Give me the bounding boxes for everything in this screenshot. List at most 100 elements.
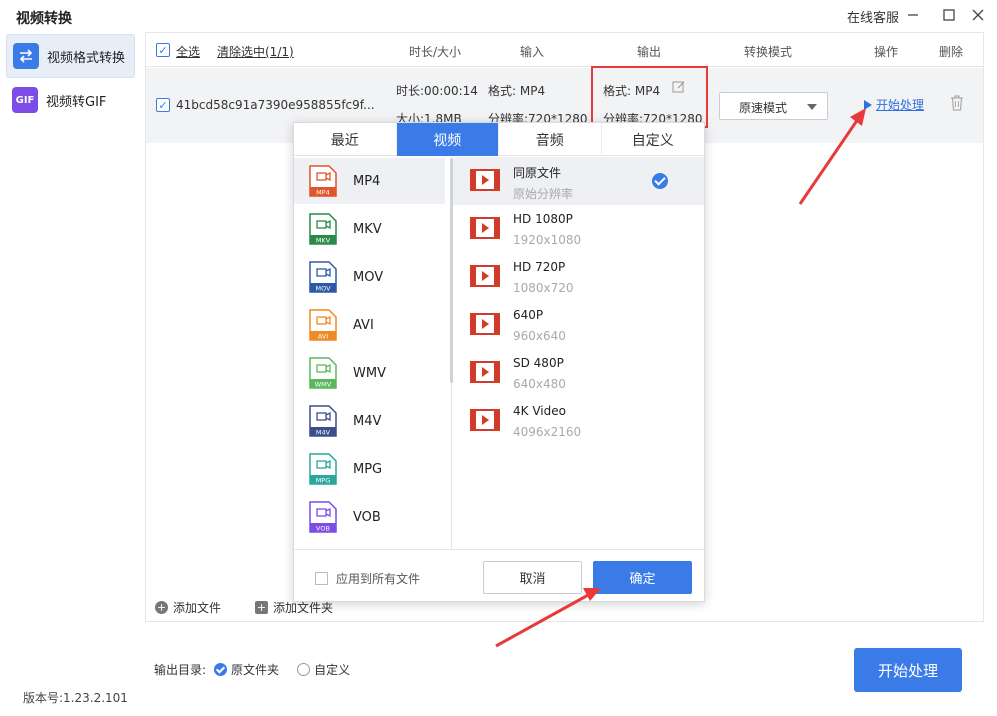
confirm-button[interactable]: 确定: [593, 561, 692, 594]
resolution-value: 1080x720: [513, 281, 574, 295]
online-service-link[interactable]: 在线客服: [847, 7, 899, 26]
svg-text:VOB: VOB: [316, 525, 330, 533]
checkbox-box[interactable]: [315, 572, 328, 585]
format-item-vob[interactable]: VOB VOB: [294, 494, 445, 540]
column-header-input: 输入: [520, 45, 545, 59]
tab-audio[interactable]: 音频: [499, 123, 602, 156]
resolution-name: 4K Video: [513, 404, 566, 418]
resolution-value: 640x480: [513, 377, 566, 391]
minimize-icon[interactable]: [901, 4, 925, 26]
resolution-name: 同原文件: [513, 166, 562, 180]
play-icon: [864, 99, 872, 110]
wmv-file-icon: WMV: [309, 357, 337, 389]
swap-arrows-icon: [13, 43, 39, 69]
svg-text:WMV: WMV: [315, 381, 332, 389]
video-film-icon: [470, 361, 500, 383]
resolution-item-720p[interactable]: HD 720P 1080x720: [453, 253, 704, 301]
tab-recent[interactable]: 最近: [294, 123, 397, 156]
option-original-label[interactable]: 原文件夹: [231, 661, 279, 678]
trash-icon[interactable]: [950, 95, 964, 111]
mode-dropdown[interactable]: 原速模式: [719, 92, 828, 120]
resolution-name: HD 1080P: [513, 212, 573, 226]
format-item-wmv[interactable]: WMV WMV: [294, 350, 445, 396]
format-item-avi[interactable]: AVI AVI: [294, 302, 445, 348]
add-file-button[interactable]: + 添加文件: [155, 599, 221, 616]
column-header-duration-size: 时长/大小: [409, 45, 462, 59]
mkv-file-icon: MKV: [309, 213, 337, 245]
apply-all-checkbox[interactable]: 应用到所有文件: [315, 570, 420, 587]
row-start-link[interactable]: 开始处理: [864, 96, 924, 113]
row-checkbox[interactable]: ✓: [156, 98, 170, 112]
radio-custom-folder[interactable]: [297, 663, 311, 676]
video-film-icon: [470, 265, 500, 287]
format-popup: 最近 视频 音频 自定义 MP4 MP4 MKV MKV MOV MOV AVI: [293, 122, 705, 602]
resolution-item-480p[interactable]: SD 480P 640x480: [453, 349, 704, 397]
output-dir-label: 输出目录:: [154, 663, 207, 677]
m4v-file-icon: M4V: [309, 405, 337, 437]
mode-dropdown-value: 原速模式: [739, 101, 788, 115]
check-circle-icon: [652, 173, 668, 189]
format-name: WMV: [353, 365, 386, 381]
format-name: MKV: [353, 221, 382, 237]
svg-text:AVI: AVI: [318, 333, 328, 341]
sidebar-item-video-format-convert[interactable]: 视频格式转换: [6, 34, 135, 78]
select-all-link[interactable]: 全选: [176, 43, 200, 60]
tab-video[interactable]: 视频: [396, 123, 499, 156]
select-all-checkbox[interactable]: ✓: [156, 43, 170, 57]
format-name: AVI: [353, 317, 374, 333]
resolution-list: 同原文件 原始分辨率 HD 1080P 1920x1080 HD 720P 10…: [453, 157, 704, 549]
resolution-value: 960x640: [513, 329, 566, 343]
resolution-item-1080p[interactable]: HD 1080P 1920x1080: [453, 205, 704, 253]
format-item-mp4[interactable]: MP4 MP4: [294, 158, 445, 204]
popup-footer: 应用到所有文件 取消 确定: [294, 549, 704, 601]
add-file-label: 添加文件: [173, 601, 222, 615]
title-bar: 视频转换 在线客服: [0, 0, 997, 32]
cancel-button[interactable]: 取消: [483, 561, 582, 594]
format-name: VOB: [353, 509, 381, 525]
output-directory: 输出目录: 原文件夹 自定义: [154, 661, 350, 678]
option-custom-label[interactable]: 自定义: [314, 661, 350, 678]
column-header-output: 输出: [637, 45, 662, 59]
format-tabs: 最近 视频 音频 自定义: [294, 123, 704, 156]
resolution-name: 640P: [513, 308, 544, 322]
resolution-item-640p[interactable]: 640P 960x640: [453, 301, 704, 349]
chevron-down-icon: [807, 104, 817, 110]
resolution-item-original[interactable]: 同原文件 原始分辨率: [453, 157, 704, 205]
format-item-mov[interactable]: MOV MOV: [294, 254, 445, 300]
svg-text:MKV: MKV: [316, 237, 331, 245]
table-header: ✓ 全选 清除选中(1/1) 时长/大小 输入 输出 转换模式 操作 删除: [146, 33, 983, 67]
resolution-name: HD 720P: [513, 260, 566, 274]
format-item-mkv[interactable]: MKV MKV: [294, 206, 445, 252]
radio-original-folder[interactable]: [214, 663, 228, 676]
format-item-mpg[interactable]: MPG MPG: [294, 446, 445, 492]
clear-selection-link[interactable]: 清除选中(1/1): [217, 43, 294, 60]
svg-text:M4V: M4V: [316, 429, 331, 437]
svg-text:MPG: MPG: [316, 477, 331, 485]
column-header-delete: 删除: [939, 45, 964, 59]
resolution-item-4k[interactable]: 4K Video 4096x2160: [453, 397, 704, 445]
svg-text:MP4: MP4: [316, 189, 330, 197]
maximize-icon[interactable]: [937, 4, 961, 26]
file-duration: 时长:00:00:14: [396, 84, 478, 98]
format-item-m4v[interactable]: M4V M4V: [294, 398, 445, 444]
tab-custom[interactable]: 自定义: [602, 123, 705, 156]
vob-file-icon: VOB: [309, 501, 337, 533]
svg-text:MOV: MOV: [315, 285, 331, 293]
column-header-action: 操作: [874, 45, 899, 59]
close-icon[interactable]: [966, 4, 990, 26]
mov-file-icon: MOV: [309, 261, 337, 293]
start-processing-button[interactable]: 开始处理: [854, 648, 962, 692]
version-label: 版本号:1.23.2.101: [23, 691, 128, 705]
sidebar-item-label: 视频格式转换: [47, 50, 126, 66]
format-name: MPG: [353, 461, 383, 477]
folder-plus-icon: +: [255, 601, 268, 614]
video-film-icon: [470, 313, 500, 335]
video-film-icon: [470, 169, 500, 191]
row-start-label: 开始处理: [876, 98, 925, 112]
file-name: 41bcd58c91a7390e958855fc9f...: [176, 98, 375, 112]
sidebar-item-video-to-gif[interactable]: GIF 视频转GIF: [6, 78, 135, 122]
video-film-icon: [470, 217, 500, 239]
mp4-file-icon: MP4: [309, 165, 337, 197]
format-name: MP4: [353, 173, 381, 189]
input-format: 格式: MP4: [488, 84, 546, 98]
